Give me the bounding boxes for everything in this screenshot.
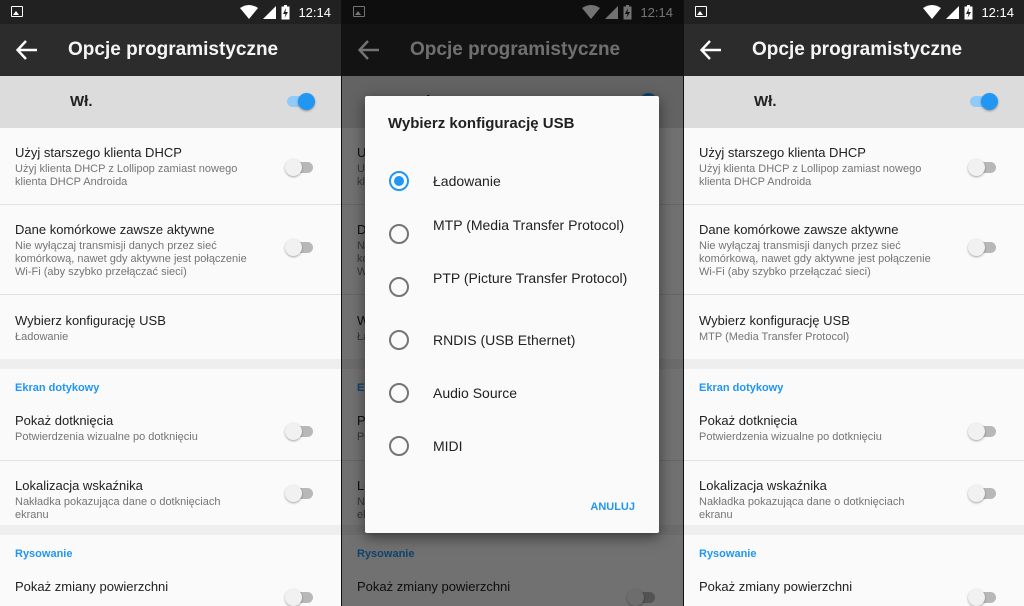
usb-option-label: MTP (Media Transfer Protocol)	[433, 217, 625, 233]
usb-option[interactable]: PTP (Picture Transfer Protocol)	[365, 263, 659, 311]
setting-title: Dane komórkowe zawsze aktywne	[15, 222, 215, 237]
image-notification-icon	[695, 6, 707, 17]
cancel-button[interactable]: ANULUJ	[590, 501, 635, 513]
usb-config-dialog: Wybierz konfigurację USB Ładowanie MTP (…	[365, 96, 659, 533]
master-switch-label: Wł.	[70, 93, 93, 110]
setting-title: Pokaż dotknięcia	[15, 413, 114, 428]
master-toggle[interactable]	[285, 93, 315, 110]
usb-option[interactable]: RNDIS (USB Ethernet)	[365, 316, 659, 364]
setting-mobile-data[interactable]: Dane komórkowe zawsze aktywne Nie wyłącz…	[0, 205, 341, 295]
radio-button[interactable]	[389, 171, 409, 191]
setting-title: Użyj starszego klienta DHCP	[699, 145, 866, 160]
usb-option-label: Audio Source	[433, 385, 518, 401]
mobile-data-toggle[interactable]	[968, 239, 998, 256]
setting-usb-config[interactable]: Wybierz konfigurację USB Ładowanie	[0, 295, 341, 359]
show-taps-toggle[interactable]	[285, 423, 315, 440]
page-title: Opcje programistyczne	[752, 39, 963, 60]
status-bar: 12:14	[684, 0, 1024, 24]
usb-option[interactable]: Ładowanie	[365, 157, 659, 205]
setting-surface-updates[interactable]: Pokaż zmiany powierzchni	[0, 567, 341, 606]
setting-dhcp[interactable]: Użyj starszego klienta DHCP Użyj klienta…	[0, 128, 341, 205]
app-bar: Opcje programistyczne	[0, 24, 341, 76]
setting-pointer-location[interactable]: Lokalizacja wskaźnika Nakładka pokazując…	[684, 461, 1024, 525]
setting-subtitle: Potwierdzenia wizualne po dotknięciu	[699, 431, 882, 443]
setting-dhcp[interactable]: Użyj starszego klienta DHCP Użyj klienta…	[684, 128, 1024, 205]
mobile-data-toggle[interactable]	[285, 239, 315, 256]
setting-title: Pokaż zmiany powierzchni	[699, 579, 853, 594]
usb-option[interactable]: Audio Source	[365, 369, 659, 417]
usb-option-label: RNDIS (USB Ethernet)	[433, 332, 576, 348]
usb-config-value: MTP (Media Transfer Protocol)	[699, 331, 850, 343]
setting-pointer-location[interactable]: Lokalizacja wskaźnika Nakładka pokazując…	[0, 461, 341, 525]
category-drawing: Rysowanie	[0, 535, 341, 567]
screen-after: 12:14 Opcje programistyczne Wł. Użyj sta…	[684, 0, 1024, 606]
setting-subtitle: Nie wyłączaj transmisji danych przez sie…	[15, 240, 247, 278]
setting-title: Lokalizacja wskaźnika	[699, 478, 827, 493]
master-switch-row[interactable]: Wł.	[0, 76, 341, 128]
radio-button[interactable]	[389, 383, 409, 403]
setting-subtitle: Użyj klienta DHCP z Lollipop zamiast now…	[699, 163, 922, 188]
usb-option-label: MIDI	[433, 438, 463, 454]
usb-option[interactable]: MTP (Media Transfer Protocol)	[365, 210, 659, 258]
status-bar: 12:14	[0, 0, 341, 24]
usb-config-value: Ładowanie	[15, 331, 69, 343]
pointer-location-toggle[interactable]	[285, 485, 315, 502]
category-touch: Ekran dotykowy	[684, 369, 1024, 401]
screen-dialog: 12:14 Opcje programistyczne Wł. Użyj sta…	[342, 0, 683, 606]
screen-before: 12:14 Opcje programistyczne Wł. Użyj sta…	[0, 0, 341, 606]
category-touch: Ekran dotykowy	[0, 369, 341, 401]
radio-button[interactable]	[389, 330, 409, 350]
clock: 12:14	[298, 4, 331, 20]
usb-option[interactable]: MIDI	[365, 422, 659, 470]
setting-subtitle: Potwierdzenia wizualne po dotknięciu	[15, 431, 198, 443]
dhcp-toggle[interactable]	[285, 159, 315, 176]
setting-title: Wybierz konfigurację USB	[15, 313, 166, 328]
setting-mobile-data[interactable]: Dane komórkowe zawsze aktywne Nie wyłącz…	[684, 205, 1024, 295]
category-drawing: Rysowanie	[684, 535, 1024, 567]
back-arrow-icon[interactable]	[16, 40, 38, 60]
wifi-icon	[923, 5, 942, 19]
pointer-location-toggle[interactable]	[968, 485, 998, 502]
master-toggle[interactable]	[968, 93, 998, 110]
image-notification-icon	[11, 6, 23, 17]
signal-icon	[263, 5, 277, 19]
setting-title: Pokaż dotknięcia	[699, 413, 798, 428]
setting-show-taps[interactable]: Pokaż dotknięcia Potwierdzenia wizualne …	[684, 401, 1024, 461]
battery-charging-icon	[281, 4, 290, 19]
setting-title: Wybierz konfigurację USB	[699, 313, 850, 328]
dialog-title: Wybierz konfigurację USB	[388, 115, 575, 132]
app-bar: Opcje programistyczne	[684, 24, 1024, 76]
master-switch-row[interactable]: Wł.	[684, 76, 1024, 128]
master-switch-label: Wł.	[754, 93, 777, 110]
setting-title: Lokalizacja wskaźnika	[15, 478, 143, 493]
clock: 12:14	[981, 4, 1014, 20]
setting-subtitle: Użyj klienta DHCP z Lollipop zamiast now…	[15, 163, 238, 188]
surface-updates-toggle[interactable]	[285, 589, 315, 606]
radio-button[interactable]	[389, 436, 409, 456]
show-taps-toggle[interactable]	[968, 423, 998, 440]
settings-list: Wł. Użyj starszego klienta DHCP Użyj kli…	[0, 76, 341, 606]
setting-show-taps[interactable]: Pokaż dotknięcia Potwierdzenia wizualne …	[0, 401, 341, 461]
radio-button[interactable]	[389, 224, 409, 244]
page-title: Opcje programistyczne	[68, 39, 279, 60]
setting-surface-updates[interactable]: Pokaż zmiany powierzchni	[684, 567, 1024, 606]
dhcp-toggle[interactable]	[968, 159, 998, 176]
radio-button[interactable]	[389, 277, 409, 297]
settings-list: Wł. Użyj starszego klienta DHCP Użyj kli…	[684, 76, 1024, 606]
setting-title: Użyj starszego klienta DHCP	[15, 145, 182, 160]
usb-option-label: Ładowanie	[433, 173, 501, 189]
setting-usb-config[interactable]: Wybierz konfigurację USB MTP (Media Tran…	[684, 295, 1024, 359]
wifi-icon	[240, 5, 259, 19]
signal-icon	[946, 5, 960, 19]
surface-updates-toggle[interactable]	[968, 589, 998, 606]
setting-title: Pokaż zmiany powierzchni	[15, 579, 169, 594]
setting-title: Dane komórkowe zawsze aktywne	[699, 222, 899, 237]
back-arrow-icon[interactable]	[700, 40, 722, 60]
setting-subtitle: Nie wyłączaj transmisji danych przez sie…	[699, 240, 931, 278]
usb-option-label: PTP (Picture Transfer Protocol)	[433, 270, 628, 286]
setting-subtitle: Nakładka pokazująca dane o dotknięciach …	[699, 496, 905, 521]
battery-charging-icon	[964, 4, 973, 19]
setting-subtitle: Nakładka pokazująca dane o dotknięciach …	[15, 496, 221, 521]
